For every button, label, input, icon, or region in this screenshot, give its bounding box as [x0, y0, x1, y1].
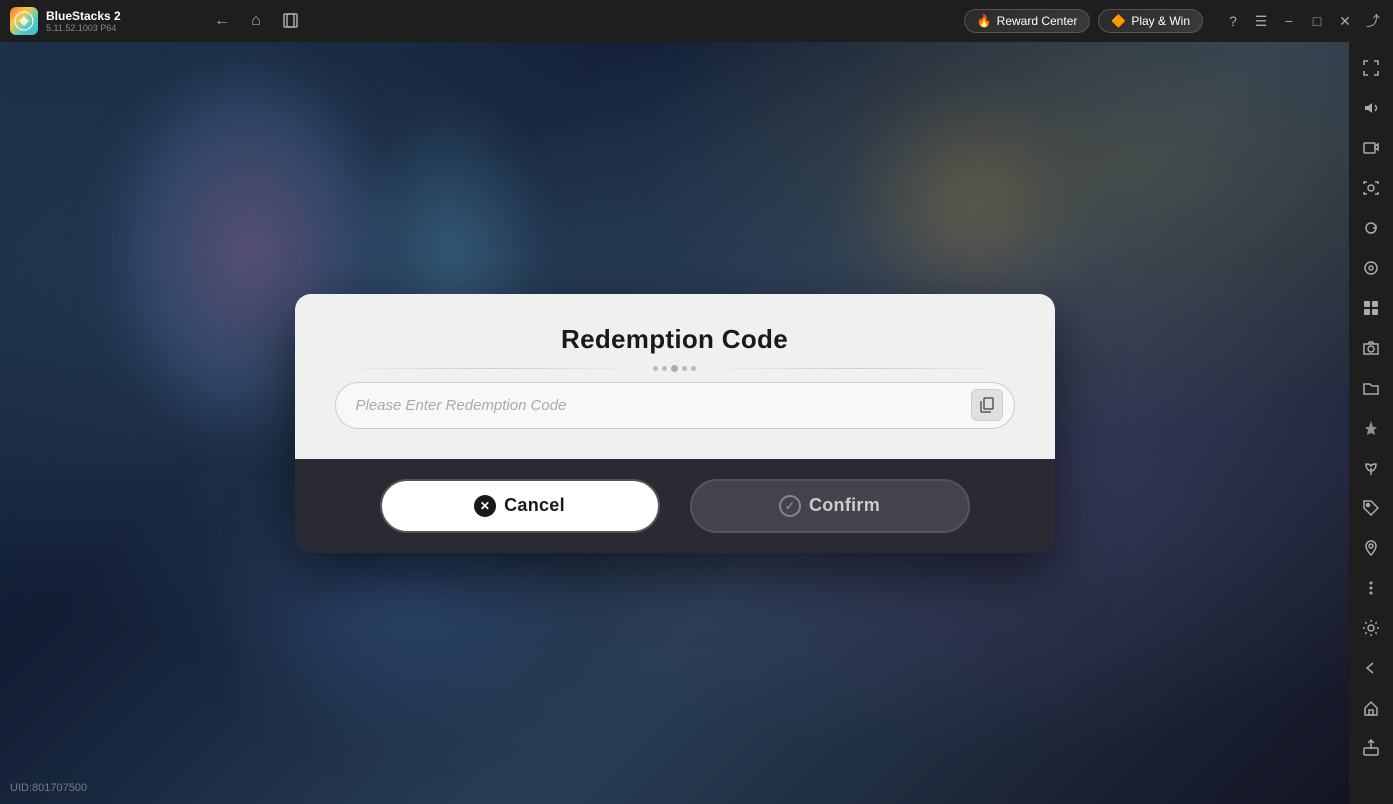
play-win-button[interactable]: 🔶 Play & Win	[1098, 9, 1203, 33]
dialog-footer: ✕ Cancel ✓ Confirm	[295, 459, 1055, 553]
sidebar-tag-icon[interactable]	[1353, 490, 1389, 526]
divider-dot-1	[653, 366, 658, 371]
sidebar-video-icon[interactable]	[1353, 130, 1389, 166]
play-icon: 🔶	[1111, 14, 1126, 28]
confirm-button[interactable]: ✓ Confirm	[690, 479, 970, 533]
sidebar-folder-icon[interactable]	[1353, 370, 1389, 406]
sidebar-fullscreen-icon[interactable]	[1353, 50, 1389, 86]
code-input-wrapper	[335, 382, 1015, 429]
nav-bookmark-button[interactable]	[276, 7, 304, 35]
app-title-block: BlueStacks 2 5.11.52.1003 P64	[46, 9, 121, 33]
divider-dots	[653, 365, 696, 372]
paste-icon-button[interactable]	[971, 389, 1003, 421]
close-button[interactable]: ✕	[1333, 9, 1357, 33]
app-version: 5.11.52.1003 P64	[46, 23, 121, 33]
help-button[interactable]: ?	[1221, 9, 1245, 33]
main-area: Redemption Code	[0, 42, 1349, 804]
sidebar-volume-icon[interactable]	[1353, 90, 1389, 126]
sidebar-fps-icon[interactable]	[1353, 250, 1389, 286]
divider-dot-3	[682, 366, 687, 371]
sidebar-share-icon[interactable]	[1353, 730, 1389, 766]
cancel-button[interactable]: ✕ Cancel	[380, 479, 660, 533]
divider-dot-center	[671, 365, 678, 372]
maximize-button[interactable]: □	[1305, 9, 1329, 33]
redemption-code-input[interactable]	[335, 382, 1015, 429]
sidebar-apps-icon[interactable]	[1353, 290, 1389, 326]
topbar: BlueStacks 2 5.11.52.1003 P64 ← ⌂ 🔥 Rewa…	[0, 0, 1393, 42]
divider-dot-2	[662, 366, 667, 371]
sidebar-settings-icon[interactable]	[1353, 610, 1389, 646]
sidebar-back-icon[interactable]	[1353, 650, 1389, 686]
modal-overlay: Redemption Code	[0, 42, 1349, 804]
dialog-title: Redemption Code	[561, 324, 788, 355]
menu-button[interactable]: ☰	[1249, 9, 1273, 33]
topbar-left: BlueStacks 2 5.11.52.1003 P64	[0, 7, 200, 35]
divider-dot-4	[691, 366, 696, 371]
topbar-nav: ← ⌂	[200, 7, 312, 35]
dialog-body: Redemption Code	[295, 294, 1055, 459]
topbar-center: 🔥 Reward Center 🔶 Play & Win	[312, 9, 1213, 33]
sidebar-screenshot-icon[interactable]	[1353, 170, 1389, 206]
sidebar-camera-icon[interactable]	[1353, 330, 1389, 366]
reward-icon: 🔥	[977, 14, 992, 28]
right-sidebar	[1349, 42, 1393, 804]
sidebar-location-icon[interactable]	[1353, 530, 1389, 566]
app-name: BlueStacks 2	[46, 9, 121, 23]
minimize-button[interactable]: −	[1277, 9, 1301, 33]
cancel-label: Cancel	[504, 495, 565, 516]
reward-center-button[interactable]: 🔥 Reward Center	[964, 9, 1091, 33]
cancel-icon: ✕	[474, 495, 496, 517]
expand-button[interactable]: ⤴	[1361, 9, 1385, 33]
topbar-actions: ? ☰ − □ ✕ ⤴	[1213, 9, 1393, 33]
confirm-icon: ✓	[779, 495, 801, 517]
divider-line-right	[704, 368, 1015, 369]
sidebar-flight-icon[interactable]	[1353, 410, 1389, 446]
divider-line-left	[335, 368, 646, 369]
sidebar-rotate-icon[interactable]	[1353, 210, 1389, 246]
dialog-divider	[335, 365, 1015, 372]
sidebar-more-icon[interactable]	[1353, 570, 1389, 606]
sidebar-eco-icon[interactable]	[1353, 450, 1389, 486]
confirm-label: Confirm	[809, 495, 880, 516]
play-win-label: Play & Win	[1131, 14, 1190, 28]
reward-center-label: Reward Center	[997, 14, 1078, 28]
nav-back-button[interactable]: ←	[208, 7, 236, 35]
app-logo	[10, 7, 38, 35]
nav-home-button[interactable]: ⌂	[242, 7, 270, 35]
sidebar-home-icon[interactable]	[1353, 690, 1389, 726]
redemption-dialog: Redemption Code	[295, 294, 1055, 553]
